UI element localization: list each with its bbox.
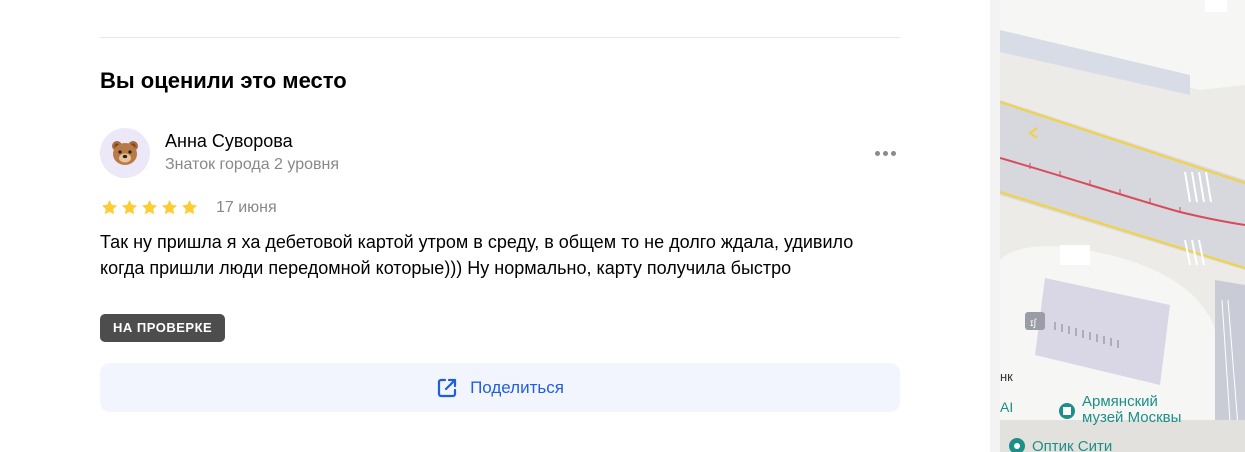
map-label-nk: нк xyxy=(1000,369,1013,384)
place-card-panel: Вы оценили это место Анна Суворова Знато… xyxy=(0,0,990,452)
review-text: Так ну пришла я ха дебетовой картой утро… xyxy=(100,232,854,278)
review-date: 17 июня xyxy=(216,199,277,216)
share-arrow-icon xyxy=(437,378,457,397)
map-view[interactable]: ɪ∫ нк AI Армянский музей Москвы Оптик Си… xyxy=(1000,0,1245,452)
author-name[interactable]: Анна Суворова xyxy=(165,131,293,152)
map-label-ai: AI xyxy=(1000,399,1014,415)
star-icon xyxy=(101,199,118,215)
section-divider xyxy=(100,37,900,38)
more-dot xyxy=(890,150,896,156)
rated-section-title: Вы оценили это место xyxy=(100,68,347,93)
map-poi-armenian-museum[interactable]: Армянский музей Москвы xyxy=(1082,394,1202,426)
author-rank: Знаток города 2 уровня xyxy=(165,156,340,173)
review-more-button[interactable] xyxy=(870,140,900,166)
panel-gutter xyxy=(990,0,1000,452)
star-icon xyxy=(181,199,198,215)
more-dot xyxy=(882,150,888,156)
map-canvas: ɪ∫ xyxy=(1000,0,1245,452)
more-dots-icon xyxy=(874,150,880,156)
map-poi-optik[interactable]: Оптик Сити xyxy=(1032,439,1112,452)
star-icon xyxy=(121,199,138,215)
bear-face-icon xyxy=(112,141,138,165)
share-button[interactable]: Поделиться xyxy=(100,363,900,412)
status-badge: НА ПРОВЕРКЕ xyxy=(100,314,226,342)
star-icon xyxy=(161,199,178,215)
share-label: Поделиться xyxy=(470,377,564,397)
star-icon xyxy=(141,199,158,215)
rating-stars xyxy=(100,198,199,217)
author-avatar[interactable] xyxy=(100,128,150,178)
